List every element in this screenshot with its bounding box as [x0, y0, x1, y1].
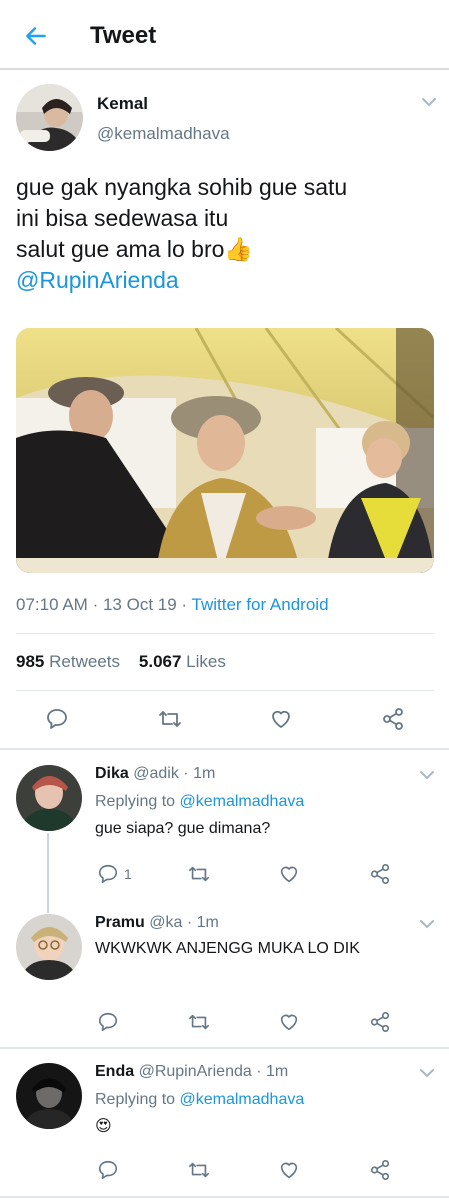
author-avatar[interactable]: [16, 84, 83, 151]
tweet-body: gue gak nyangka sohib gue satu ini bisa …: [16, 172, 436, 296]
retweet-button[interactable]: [184, 1007, 214, 1037]
back-button[interactable]: [20, 20, 52, 52]
share-button[interactable]: [365, 859, 395, 889]
reply-header: Pramu @ka · 1m: [95, 914, 219, 932]
replying-label: Replying to: [95, 1091, 176, 1108]
reply-author-name[interactable]: Pramu: [95, 914, 145, 931]
reply-author-handle[interactable]: @ka: [149, 914, 182, 931]
reply-count: 1: [124, 866, 132, 882]
replying-mention[interactable]: @kemalmadhava: [180, 793, 305, 810]
thread-connector: [47, 833, 49, 913]
tweet-stats: 985 Retweets 5.067 Likes: [16, 652, 226, 672]
chevron-down-icon: [420, 771, 434, 780]
share-icon: [370, 864, 390, 884]
heart-icon: [280, 1162, 298, 1179]
divider: [16, 690, 434, 691]
section-separator: [0, 1196, 449, 1198]
tweet-photo[interactable]: [16, 328, 434, 573]
retweet-icon: [189, 1014, 209, 1030]
heart-icon: [280, 866, 298, 883]
share-icon: [370, 1160, 390, 1180]
heart-icon: [272, 710, 290, 728]
reply-button[interactable]: [42, 704, 72, 734]
replying-label: Replying to: [95, 793, 176, 810]
tweet-meta: 07:10 AM · 13 Oct 19 · Twitter for Andro…: [16, 595, 329, 615]
chevron-down-icon: [420, 920, 434, 929]
retweet-icon: [189, 1162, 209, 1178]
reply-author-name[interactable]: Enda: [95, 1063, 134, 1080]
reply-time: · 1m: [186, 914, 219, 931]
retweets-label: Retweets: [49, 652, 120, 671]
tweet-text-line: gue gak nyangka sohib gue satu: [16, 174, 348, 200]
reply-author-handle[interactable]: @adik: [133, 765, 179, 782]
reply-header: Dika @adik · 1m: [95, 765, 215, 783]
reply-time: · 1m: [183, 765, 216, 782]
like-button[interactable]: [274, 1155, 304, 1185]
reply-author-name[interactable]: Dika: [95, 765, 129, 782]
section-separator: [0, 1047, 449, 1049]
arrow-left-icon: [26, 27, 46, 45]
author-name[interactable]: Kemal: [97, 94, 148, 114]
likes-count: 5.067: [138, 652, 182, 671]
reply-avatar[interactable]: [16, 914, 82, 980]
reply-icon: [98, 1012, 118, 1032]
share-icon: [370, 1012, 390, 1032]
reply-button[interactable]: [93, 1155, 123, 1185]
reply-text: WKWKWK ANJENGG MUKA LO DIK: [95, 940, 360, 957]
reply-time: · 1m: [256, 1063, 289, 1080]
share-button[interactable]: [365, 1155, 395, 1185]
meta-separator: ·: [181, 595, 188, 614]
retweets-stat[interactable]: 985 Retweets: [16, 652, 120, 671]
chevron-down-icon: [420, 1069, 434, 1078]
likes-stat[interactable]: 5.067 Likes: [139, 652, 226, 671]
reply-button[interactable]: [93, 1007, 123, 1037]
section-separator: [0, 748, 449, 750]
divider: [16, 633, 434, 634]
like-button[interactable]: [274, 859, 304, 889]
thumbs-up-emoji: 👍: [224, 236, 254, 262]
reply-text: 😍: [95, 1118, 112, 1135]
tweet-options-button[interactable]: [419, 95, 439, 109]
retweet-icon: [189, 866, 209, 882]
reply-options-button[interactable]: [417, 768, 437, 782]
tweet-text-line: salut gue ama lo bro👍: [16, 234, 436, 265]
like-button[interactable]: [266, 704, 296, 734]
reply-avatar[interactable]: [16, 1063, 82, 1129]
page-title: Tweet: [90, 22, 157, 49]
reply-button[interactable]: [93, 859, 123, 889]
replying-to: Replying to @kemalmadhava: [95, 793, 304, 811]
share-button[interactable]: [365, 1007, 395, 1037]
like-button[interactable]: [274, 1007, 304, 1037]
reply-header: Enda @RupinArienda · 1m: [95, 1063, 288, 1081]
tweet-text-line: ini bisa sedewasa itu: [16, 205, 229, 231]
heart-icon: [280, 1014, 298, 1031]
tweet-date: 13 Oct 19: [102, 595, 177, 614]
reply-icon: [98, 1160, 118, 1180]
retweet-button[interactable]: [184, 859, 214, 889]
reply-options-button[interactable]: [417, 917, 437, 931]
share-button[interactable]: [378, 704, 408, 734]
author-handle[interactable]: @kemalmadhava: [97, 124, 230, 144]
reply-icon: [47, 709, 67, 729]
mention-link[interactable]: @RupinArienda: [16, 265, 436, 296]
reply-author-handle[interactable]: @RupinArienda: [139, 1063, 252, 1080]
reply-icon: [98, 864, 118, 884]
retweet-icon: [159, 711, 181, 727]
chevron-down-icon: [422, 98, 436, 107]
reply-options-button[interactable]: [417, 1066, 437, 1080]
share-icon: [383, 708, 403, 730]
likes-label: Likes: [186, 652, 226, 671]
tweet-text-line-3: salut gue ama lo bro: [16, 236, 225, 262]
retweets-count: 985: [16, 652, 45, 671]
replying-mention[interactable]: @kemalmadhava: [180, 1091, 305, 1108]
tweet-source-link[interactable]: Twitter for Android: [192, 595, 329, 614]
retweet-button[interactable]: [184, 1155, 214, 1185]
retweet-button[interactable]: [155, 704, 185, 734]
meta-separator: ·: [92, 595, 99, 614]
reply-avatar[interactable]: [16, 765, 82, 831]
top-bar: Tweet: [0, 0, 449, 70]
replying-to: Replying to @kemalmadhava: [95, 1091, 304, 1109]
tweet-time: 07:10 AM: [16, 595, 88, 614]
reply-text: gue siapa? gue dimana?: [95, 820, 271, 837]
